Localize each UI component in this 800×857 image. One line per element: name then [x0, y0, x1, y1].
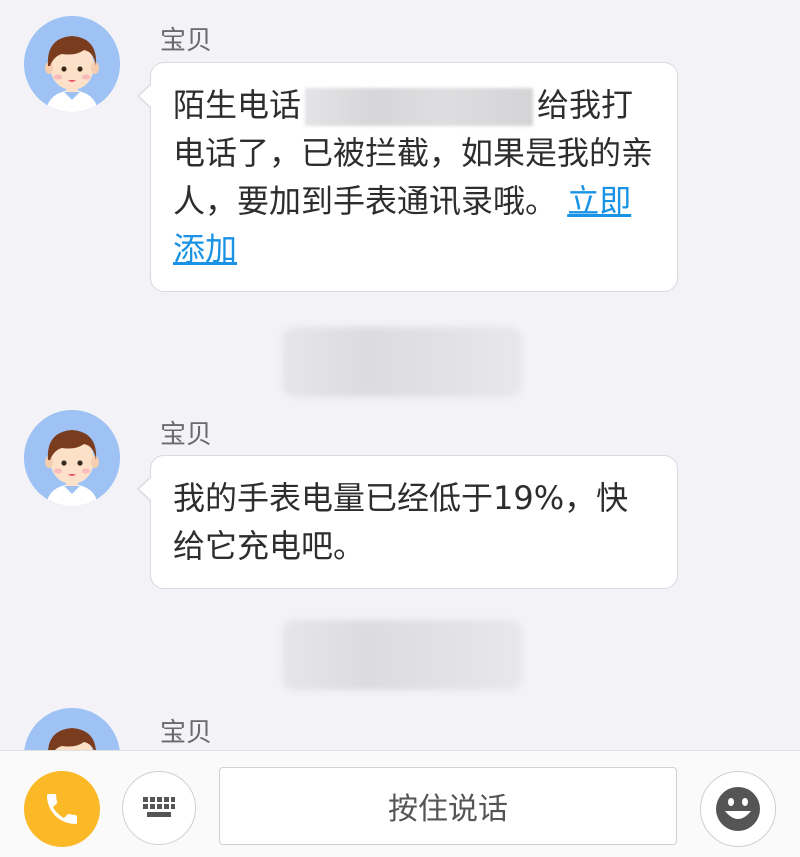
sender-name: 宝贝 — [160, 26, 213, 56]
message-bubble[interactable]: 我的手表电量已经低于19%，快给它充电吧。 — [137, 455, 678, 589]
timestamp-redacted — [282, 620, 522, 690]
boy-avatar-icon — [24, 708, 120, 750]
message-text: 我的手表电量已经低于19%，快给它充电吧。 — [173, 479, 629, 565]
sender-name: 宝贝 — [160, 718, 213, 748]
boy-avatar-icon — [24, 410, 120, 506]
input-bar: 按住说话 — [0, 750, 800, 857]
avatar[interactable] — [24, 16, 120, 112]
redacted-phone-number — [305, 88, 534, 126]
timestamp-redacted — [282, 327, 522, 397]
call-button[interactable] — [24, 771, 100, 847]
boy-avatar-icon — [24, 16, 120, 112]
sender-name: 宝贝 — [160, 420, 213, 450]
keyboard-icon — [143, 797, 175, 817]
hold-to-talk-button[interactable]: 按住说话 — [219, 767, 677, 845]
smiley-icon — [716, 787, 760, 831]
chat-area: 宝贝 陌生电话 给我打电话了，已被拦截，如果是我的亲人，要加到手表通讯录哦。 立即… — [0, 0, 800, 750]
phone-icon — [47, 794, 77, 824]
message-bubble[interactable]: 陌生电话 给我打电话了，已被拦截，如果是我的亲人，要加到手表通讯录哦。 立即添加 — [137, 62, 678, 292]
keyboard-toggle-button[interactable] — [122, 771, 196, 845]
message-text: 陌生电话 — [173, 86, 302, 124]
avatar[interactable] — [24, 708, 120, 750]
emoji-button[interactable] — [700, 771, 776, 847]
avatar[interactable] — [24, 410, 120, 506]
